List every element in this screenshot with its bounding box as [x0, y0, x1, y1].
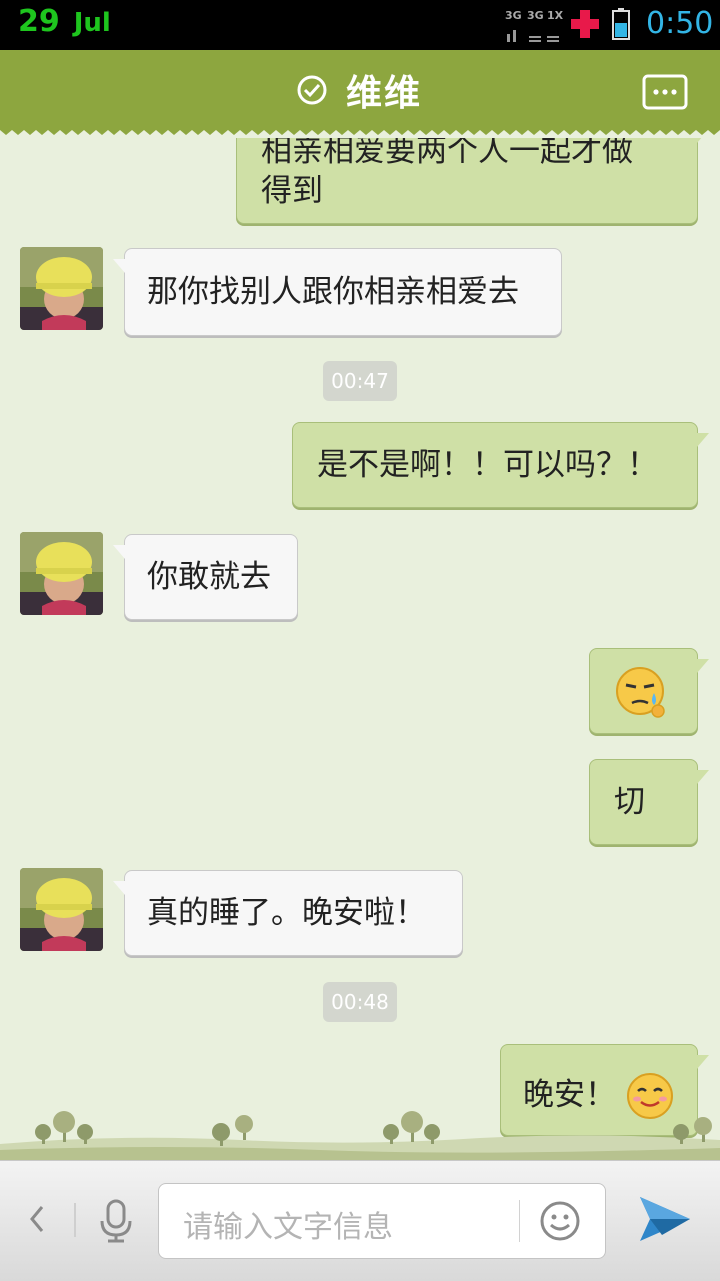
outgoing-message-bubble[interactable]: 是不是啊！！可以吗？！: [292, 422, 709, 508]
message-timestamp: 00:47: [323, 361, 397, 401]
collapse-toolbar-button[interactable]: [26, 1199, 48, 1239]
status-bar: 29 Jul 3G 3G 1X 0:50: [0, 0, 720, 50]
signal-bars-icon: [507, 30, 559, 42]
message-line: 得到: [261, 173, 323, 209]
online-check-icon: [297, 75, 327, 105]
input-placeholder: 请输入文字信息: [183, 1210, 393, 1245]
message-input-bar: 请输入文字信息: [0, 1160, 720, 1281]
message-text: 真的睡了。晚安啦！: [147, 895, 426, 931]
status-clock: 0:50: [646, 6, 714, 41]
battery-icon: [612, 8, 630, 40]
title-bar: 维维: [0, 50, 720, 130]
message-text: 是不是啊！！可以吗？！: [317, 447, 658, 483]
incoming-message-bubble[interactable]: 你敢就去: [113, 534, 298, 620]
chat-message-list[interactable]: 相亲相爱要两个人一起才做 得到 那你找别人跟你相亲相爱去 00:47 是不是啊！…: [0, 138, 720, 1160]
message-timestamp: 00:48: [323, 982, 397, 1022]
network-1x-icon: 1X: [547, 9, 564, 22]
voice-input-button[interactable]: [96, 1197, 136, 1245]
status-day: 29: [18, 4, 60, 39]
title-bar-zigzag-edge: [0, 128, 720, 135]
incoming-message-bubble[interactable]: 那你找别人跟你相亲相爱去: [113, 248, 562, 336]
outgoing-message-bubble[interactable]: 相亲相爱要两个人一起才做 得到: [236, 138, 709, 224]
contact-name: 维维: [346, 73, 423, 114]
sweat-emoji-icon: [616, 667, 665, 718]
toolbar-divider: [74, 1203, 76, 1237]
landscape-decoration: [0, 1111, 720, 1162]
contact-title[interactable]: 维维: [296, 68, 422, 114]
chat-options-button[interactable]: [642, 74, 688, 110]
contact-avatar[interactable]: [20, 532, 103, 615]
network-3g-icon-2: 3G: [527, 9, 544, 22]
message-text-input[interactable]: 请输入文字信息: [158, 1183, 606, 1259]
status-date: 29 Jul: [18, 4, 111, 39]
contact-avatar[interactable]: [20, 247, 103, 330]
medical-cross-icon: [571, 10, 599, 38]
input-divider: [519, 1200, 520, 1242]
message-line: 相亲相爱要两个人一起才做: [261, 138, 633, 169]
message-text: 切: [614, 784, 645, 820]
message-text: 你敢就去: [147, 559, 271, 595]
incoming-message-bubble[interactable]: 真的睡了。晚安啦！: [113, 870, 463, 956]
outgoing-message-bubble[interactable]: 切: [589, 759, 709, 845]
status-month: Jul: [73, 8, 111, 38]
send-button[interactable]: [636, 1191, 694, 1247]
network-3g-icon: 3G: [505, 9, 522, 22]
message-text: 相亲相爱要两个人一起才做 得到: [261, 138, 633, 211]
status-icons: 3G 3G 1X: [505, 8, 605, 42]
emoji-picker-button[interactable]: [539, 1200, 581, 1242]
message-text: 那你找别人跟你相亲相爱去: [147, 274, 519, 310]
outgoing-emoji-bubble[interactable]: [589, 648, 709, 734]
contact-avatar[interactable]: [20, 868, 103, 951]
